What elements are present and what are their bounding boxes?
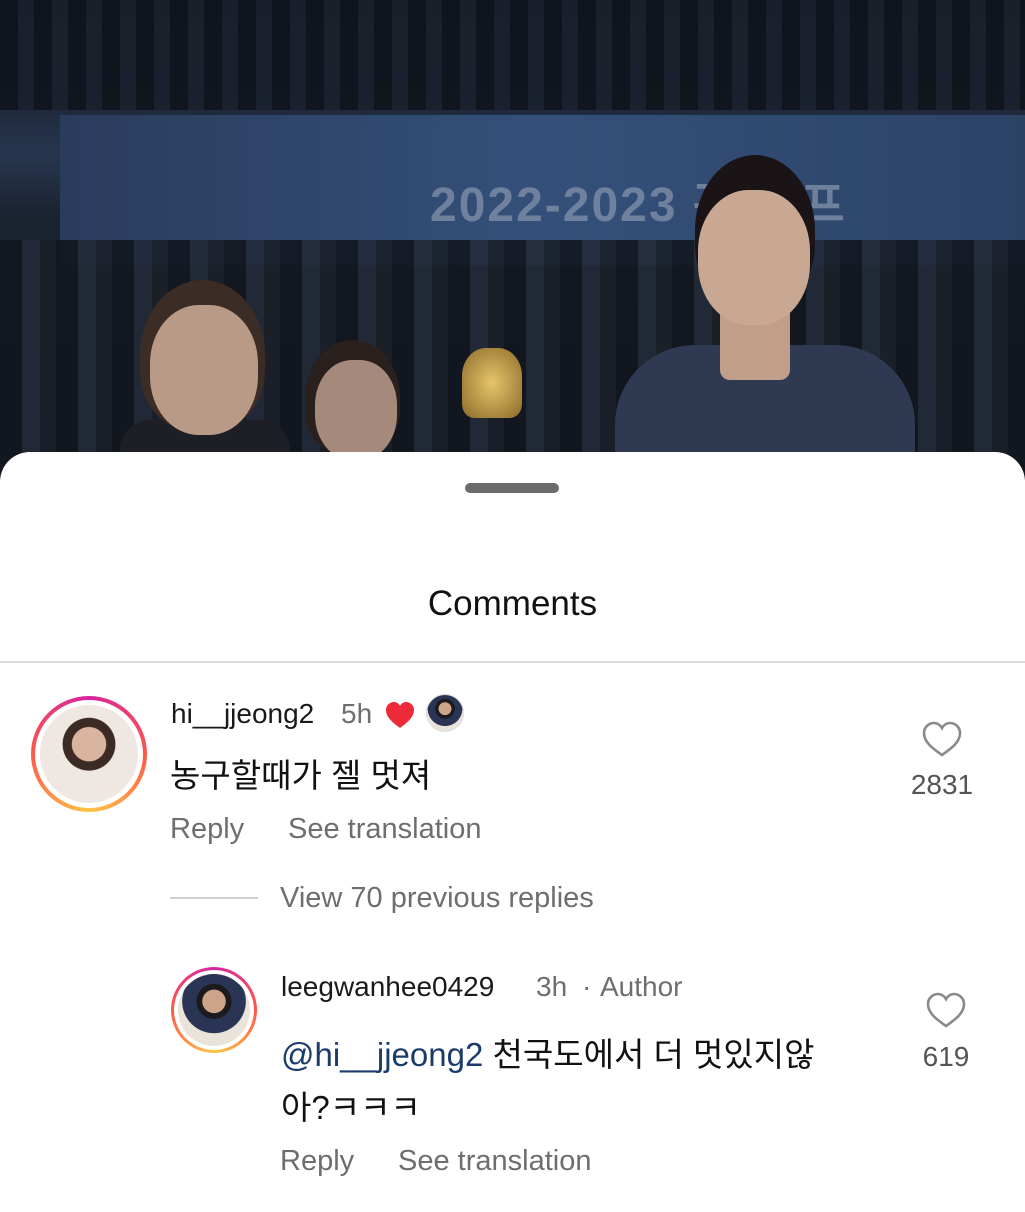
see-translation-button[interactable]: See translation [288,813,481,846]
author-liked-avatar [426,694,464,732]
avatar[interactable] [178,974,250,1046]
reply-text-line1: @hi__jjeong2 천국도에서 더 멋있지않 [281,1029,814,1081]
heart-filled-icon [384,700,416,730]
see-translation-button[interactable]: See translation [398,1145,591,1178]
mention-link[interactable]: @hi__jjeong2 [281,1036,483,1073]
avatar[interactable] [40,705,138,803]
sheet-title: Comments [427,584,598,623]
view-previous-replies-button[interactable]: View 70 previous replies [280,882,594,915]
trophy [462,348,522,418]
comments-sheet: Comments hi__jjeong2 5h 농구할때가 젤 멋져 Reply… [0,452,1025,1212]
divider [0,661,1025,663]
reply-text: 천국도에서 더 멋있지않 [492,1036,815,1073]
comment-text: 농구할때가 젤 멋져 [170,757,432,794]
replies-divider-line [170,897,258,899]
comment-username[interactable]: hi__jjeong2 [171,698,314,730]
post-photo-background: 2022-2023 관장 프 [0,0,1025,480]
person-middle-face [315,360,397,460]
reply-button[interactable]: Reply [170,813,244,846]
meta-separator: · [582,971,592,1002]
like-count: 619 [922,1041,970,1072]
heart-outline-icon[interactable] [921,720,963,758]
heart-outline-icon[interactable] [925,991,967,1029]
reply-username[interactable]: leegwanhee0429 [281,971,494,1003]
reply-text-line2: 아?ㅋㅋㅋ [281,1089,421,1126]
reply-time: 3h [536,971,568,1002]
author-badge: Author [600,971,683,1002]
like-count: 2831 [910,769,974,800]
reply-button[interactable]: Reply [280,1145,354,1178]
arena-stands [0,0,1025,110]
sheet-drag-handle[interactable] [465,483,559,493]
player-face [698,190,810,325]
comment-time: 5h [341,698,373,729]
person-left-face [150,305,258,435]
